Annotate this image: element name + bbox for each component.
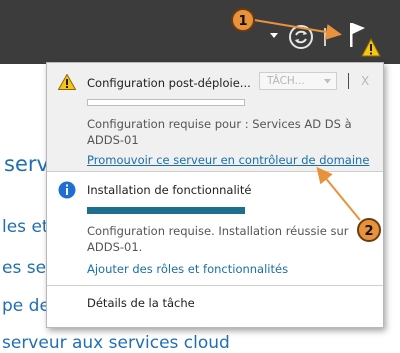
callout-arrow-2 — [316, 166, 361, 221]
callout-badge-2: 2 — [357, 218, 381, 242]
callout-badge-1: 1 — [231, 8, 255, 32]
callout-arrow-1 — [253, 19, 342, 40]
callout-arrows — [253, 19, 361, 221]
